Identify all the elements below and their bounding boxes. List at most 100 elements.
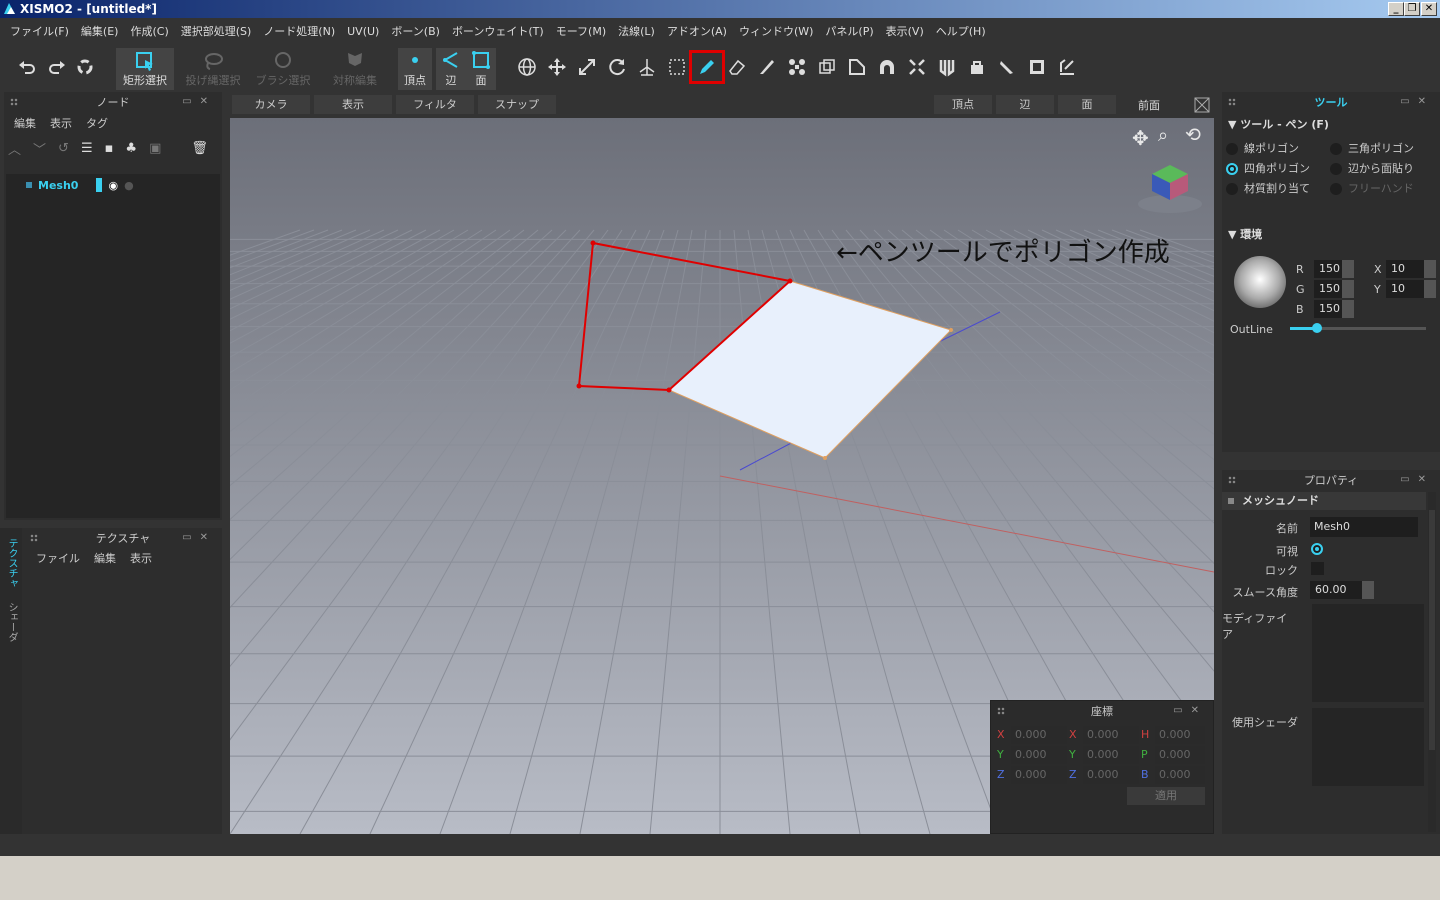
node-menu-tag[interactable]: タグ: [86, 115, 108, 131]
coord-input[interactable]: 0.000: [1083, 746, 1139, 764]
panel-window-buttons[interactable]: ▭✕: [1400, 474, 1434, 485]
polygon-vertex[interactable]: [823, 456, 827, 460]
snap-dropdown[interactable]: スナップ: [478, 95, 556, 114]
drag-grip-icon[interactable]: [1228, 476, 1236, 484]
smooth-angle-spinner[interactable]: 60.00: [1310, 581, 1374, 599]
shrink-icon[interactable]: [904, 54, 930, 80]
filter-dropdown[interactable]: フィルタ: [396, 95, 474, 114]
scale-icon[interactable]: [574, 54, 600, 80]
bars-icon[interactable]: [934, 54, 960, 80]
drag-grip-icon[interactable]: [10, 98, 18, 106]
modifier-list[interactable]: [1312, 604, 1424, 702]
eraser-icon[interactable]: [724, 54, 750, 80]
panel-window-buttons[interactable]: ▭✕: [182, 96, 216, 107]
edit-shape-icon[interactable]: [1054, 54, 1080, 80]
tool-section-header[interactable]: ▼ ツール - ペン (F): [1228, 116, 1329, 132]
drag-grip-icon[interactable]: [30, 534, 38, 542]
menu-create[interactable]: 作成(C): [124, 23, 174, 39]
menu-normal[interactable]: 法線(L): [612, 23, 661, 39]
side-tab-shader[interactable]: シェーダ: [4, 602, 19, 642]
lock-checkbox[interactable]: [1311, 562, 1324, 575]
menu-selection[interactable]: 選択部処理(S): [175, 23, 258, 39]
film-icon[interactable]: [1024, 54, 1050, 80]
coord-input[interactable]: 0.000: [1155, 766, 1205, 784]
scrollbar-thumb[interactable]: [1429, 510, 1435, 750]
y-spinner[interactable]: 10: [1386, 280, 1436, 298]
minimize-button[interactable]: _: [1388, 2, 1404, 16]
redo-icon[interactable]: [44, 54, 70, 80]
option-freehand[interactable]: フリーハンド: [1330, 180, 1414, 196]
menu-bone-weight[interactable]: ボーンウェイト(T): [446, 23, 550, 39]
side-tab-texture[interactable]: テクスチャ: [4, 538, 19, 588]
brush-select-button[interactable]: ブラシ選択: [254, 48, 312, 90]
trash-icon[interactable]: 🗑: [191, 141, 208, 156]
pen-vertex[interactable]: [590, 240, 596, 246]
lasso-select-button[interactable]: 投げ縄選択: [182, 48, 244, 90]
pen-vertex[interactable]: [666, 387, 672, 393]
coord-input[interactable]: 0.000: [1155, 726, 1205, 744]
g-spinner[interactable]: 150: [1314, 280, 1354, 298]
shader-list[interactable]: [1312, 708, 1424, 786]
polygon-vertex[interactable]: [949, 328, 953, 332]
bag-icon[interactable]: [964, 54, 990, 80]
name-field[interactable]: Mesh0: [1310, 517, 1418, 537]
face-mode-button[interactable]: 面: [466, 48, 496, 90]
node-menu-view[interactable]: 表示: [50, 115, 72, 131]
grid-icon[interactable]: ▪: [105, 141, 114, 156]
pen-vertex[interactable]: [787, 278, 793, 284]
property-scrollbar[interactable]: [1428, 492, 1436, 832]
pen-vertex[interactable]: [576, 383, 582, 389]
zoom-icon[interactable]: ⌕: [1158, 125, 1168, 146]
maximize-button[interactable]: ❐: [1404, 2, 1420, 16]
drag-grip-icon[interactable]: [997, 707, 1005, 715]
menu-edit[interactable]: 編集(E): [75, 23, 125, 39]
view-cube-toggle-icon[interactable]: [1192, 95, 1212, 115]
coord-input[interactable]: 0.000: [1011, 746, 1067, 764]
move-up-icon[interactable]: ︿: [8, 139, 21, 158]
menu-uv[interactable]: UV(U): [341, 25, 385, 38]
orbit-icon[interactable]: ⟲: [1185, 124, 1201, 146]
drag-grip-icon[interactable]: [1228, 98, 1236, 106]
recycle-icon[interactable]: [72, 54, 98, 80]
cube-wire-icon[interactable]: [814, 54, 840, 80]
outline-slider[interactable]: [1290, 323, 1426, 333]
panel-window-buttons[interactable]: ▭✕: [1400, 96, 1434, 107]
menu-help[interactable]: ヘルプ(H): [930, 23, 992, 39]
property-section-header[interactable]: メッシュノード: [1222, 492, 1426, 510]
pivot-icon[interactable]: [634, 54, 660, 80]
list-icon[interactable]: ☰: [81, 141, 93, 156]
arch-icon[interactable]: [874, 54, 900, 80]
lock-icon[interactable]: ●: [124, 179, 134, 192]
r-spinner[interactable]: 150: [1314, 260, 1354, 278]
tree-item-mesh0[interactable]: Mesh0 ◉ ●: [26, 178, 134, 192]
panel-window-buttons[interactable]: ▭✕: [182, 532, 216, 543]
rect-select-button[interactable]: 矩形選択: [116, 48, 174, 90]
pen-tool-button[interactable]: [689, 50, 725, 84]
coord-input[interactable]: 0.000: [1083, 766, 1139, 784]
refresh-icon[interactable]: ↺: [58, 141, 69, 156]
option-triangle-polygon[interactable]: 三角ポリゴン: [1330, 140, 1414, 156]
brush-icon[interactable]: [994, 54, 1020, 80]
coord-input[interactable]: 0.000: [1155, 746, 1205, 764]
face-view-button[interactable]: 面: [1058, 95, 1116, 114]
menu-window[interactable]: ウィンドウ(W): [733, 23, 819, 39]
box-icon[interactable]: ▣: [149, 141, 161, 156]
eye-icon[interactable]: ◉: [108, 179, 118, 192]
view-dropdown[interactable]: 表示: [314, 95, 392, 114]
option-line-polygon[interactable]: 線ポリゴン: [1226, 140, 1299, 156]
knife-icon[interactable]: [754, 54, 780, 80]
menu-view[interactable]: 表示(V): [880, 23, 930, 39]
option-face-from-edge[interactable]: 辺から面貼り: [1330, 160, 1414, 176]
created-polygon[interactable]: [668, 280, 952, 459]
vertex-view-button[interactable]: 頂点: [934, 95, 992, 114]
close-button[interactable]: ✕: [1421, 2, 1437, 16]
texture-menu-view[interactable]: 表示: [130, 550, 152, 566]
pan-icon[interactable]: ✥: [1132, 126, 1149, 150]
menu-morph[interactable]: モーフ(M): [550, 23, 612, 39]
undo-icon[interactable]: [14, 54, 40, 80]
node-menu-edit[interactable]: 編集: [14, 115, 36, 131]
symmetric-edit-button[interactable]: 対称編集: [328, 48, 382, 90]
light-sphere-preview[interactable]: [1234, 256, 1286, 308]
edge-view-button[interactable]: 辺: [996, 95, 1054, 114]
coord-input[interactable]: 0.000: [1083, 726, 1139, 744]
